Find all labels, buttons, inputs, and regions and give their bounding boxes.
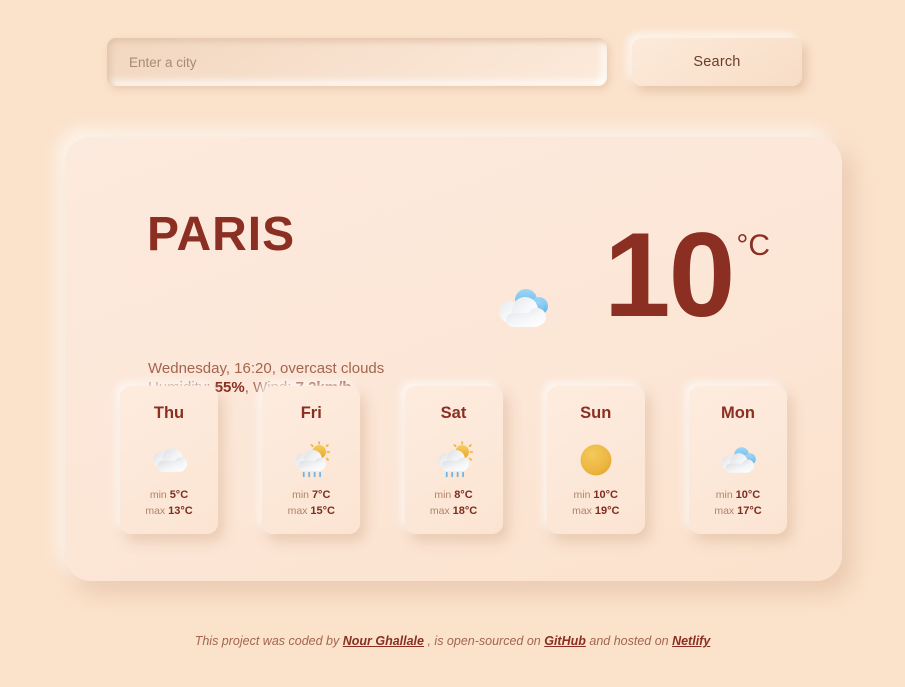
min-label: min [434, 489, 455, 502]
max-value: 13°C [168, 505, 193, 518]
search-input-container[interactable] [107, 38, 607, 86]
footer: This project was coded by Nour Ghallale … [0, 634, 905, 648]
forecast-min-row: min 10°C [572, 488, 619, 504]
forecast-card[interactable]: Mon min 10°C max 17°C [689, 386, 787, 534]
footer-prefix: This project was coded by [194, 634, 343, 648]
forecast-day-label: Sat [440, 404, 467, 422]
max-value: 17°C [737, 505, 762, 518]
max-value: 15°C [310, 505, 335, 518]
forecast-temperatures: min 7°C max 15°C [288, 488, 335, 520]
min-label: min [292, 489, 312, 502]
netlify-link[interactable]: Netlify [672, 634, 710, 648]
forecast-day-label: Sun [580, 404, 612, 422]
search-input[interactable] [129, 54, 585, 70]
forecast-temperatures: min 5°C max 13°C [145, 488, 192, 520]
forecast-max-row: max 17°C [714, 504, 761, 520]
forecast-min-row: min 7°C [288, 488, 335, 504]
max-label: max [145, 505, 169, 518]
forecast-card[interactable]: Fri min 7°C max 15°C [262, 386, 361, 534]
min-value: 8°C [454, 489, 473, 502]
min-label: min [149, 489, 170, 502]
min-value: 5°C [169, 489, 189, 502]
search-button[interactable]: Search [632, 38, 802, 86]
forecast-temperatures: min 10°C max 17°C [714, 488, 761, 520]
min-value: 10°C [593, 489, 618, 502]
broken-clouds-icon [498, 289, 548, 327]
min-label: min [573, 489, 594, 502]
forecast-card[interactable]: Sun min 10°C max 19°C [546, 386, 645, 534]
min-value: 7°C [311, 489, 331, 502]
broken-clouds-icon [721, 447, 756, 473]
forecast-day-label: Thu [153, 404, 185, 422]
forecast-min-row: min 5°C [145, 488, 192, 504]
forecast-max-row: max 15°C [288, 504, 335, 520]
current-weather-section: PARIS Wednesday, 16:20, overcast clouds … [147, 199, 794, 404]
forecast-card[interactable]: Thu min 5°C max 13°C [120, 386, 218, 534]
forecast-min-row: min 10°C [714, 488, 761, 504]
forecast-max-row: max 19°C [572, 504, 619, 520]
current-temperature-value: 10 [603, 208, 735, 342]
forecast-day-label: Mon [721, 404, 755, 422]
min-value: 10°C [735, 489, 761, 502]
footer-after-repo: and hosted on [585, 634, 673, 648]
forecast-card[interactable]: Sat min 8°C max 18°C [404, 386, 503, 534]
max-label: max [714, 505, 738, 518]
current-temperature-group: 10 °C [492, 208, 770, 343]
forecast-temperatures: min 10°C max 19°C [572, 488, 619, 520]
author-link[interactable]: Nour Ghallale [343, 634, 424, 648]
github-link[interactable]: GitHub [544, 634, 586, 648]
search-row: Search [107, 38, 802, 94]
max-value: 18°C [452, 505, 478, 518]
max-value: 19°C [594, 505, 620, 518]
clear-sun-icon [580, 444, 612, 476]
sun-rain-icon [295, 440, 331, 478]
weather-card: PARIS Wednesday, 16:20, overcast clouds … [65, 137, 842, 581]
footer-middle: , is open-sourced on [424, 634, 545, 648]
temperature-unit: °C [736, 229, 770, 262]
weather-description-line: Wednesday, 16:20, overcast clouds [148, 360, 385, 377]
max-label: max [429, 505, 453, 518]
forecast-strip: Thu min 5°C max 13°C Fri min 7°C max 15°… [120, 386, 787, 534]
max-label: max [287, 505, 311, 518]
max-label: max [572, 505, 595, 518]
sun-rain-icon [438, 440, 473, 478]
forecast-max-row: max 13°C [145, 504, 192, 520]
forecast-max-row: max 18°C [430, 504, 477, 520]
forecast-min-row: min 8°C [430, 488, 477, 504]
forecast-day-label: Fri [300, 404, 322, 422]
min-label: min [715, 489, 736, 502]
overcast-clouds-icon [153, 448, 188, 472]
forecast-temperatures: min 8°C max 18°C [430, 488, 477, 520]
